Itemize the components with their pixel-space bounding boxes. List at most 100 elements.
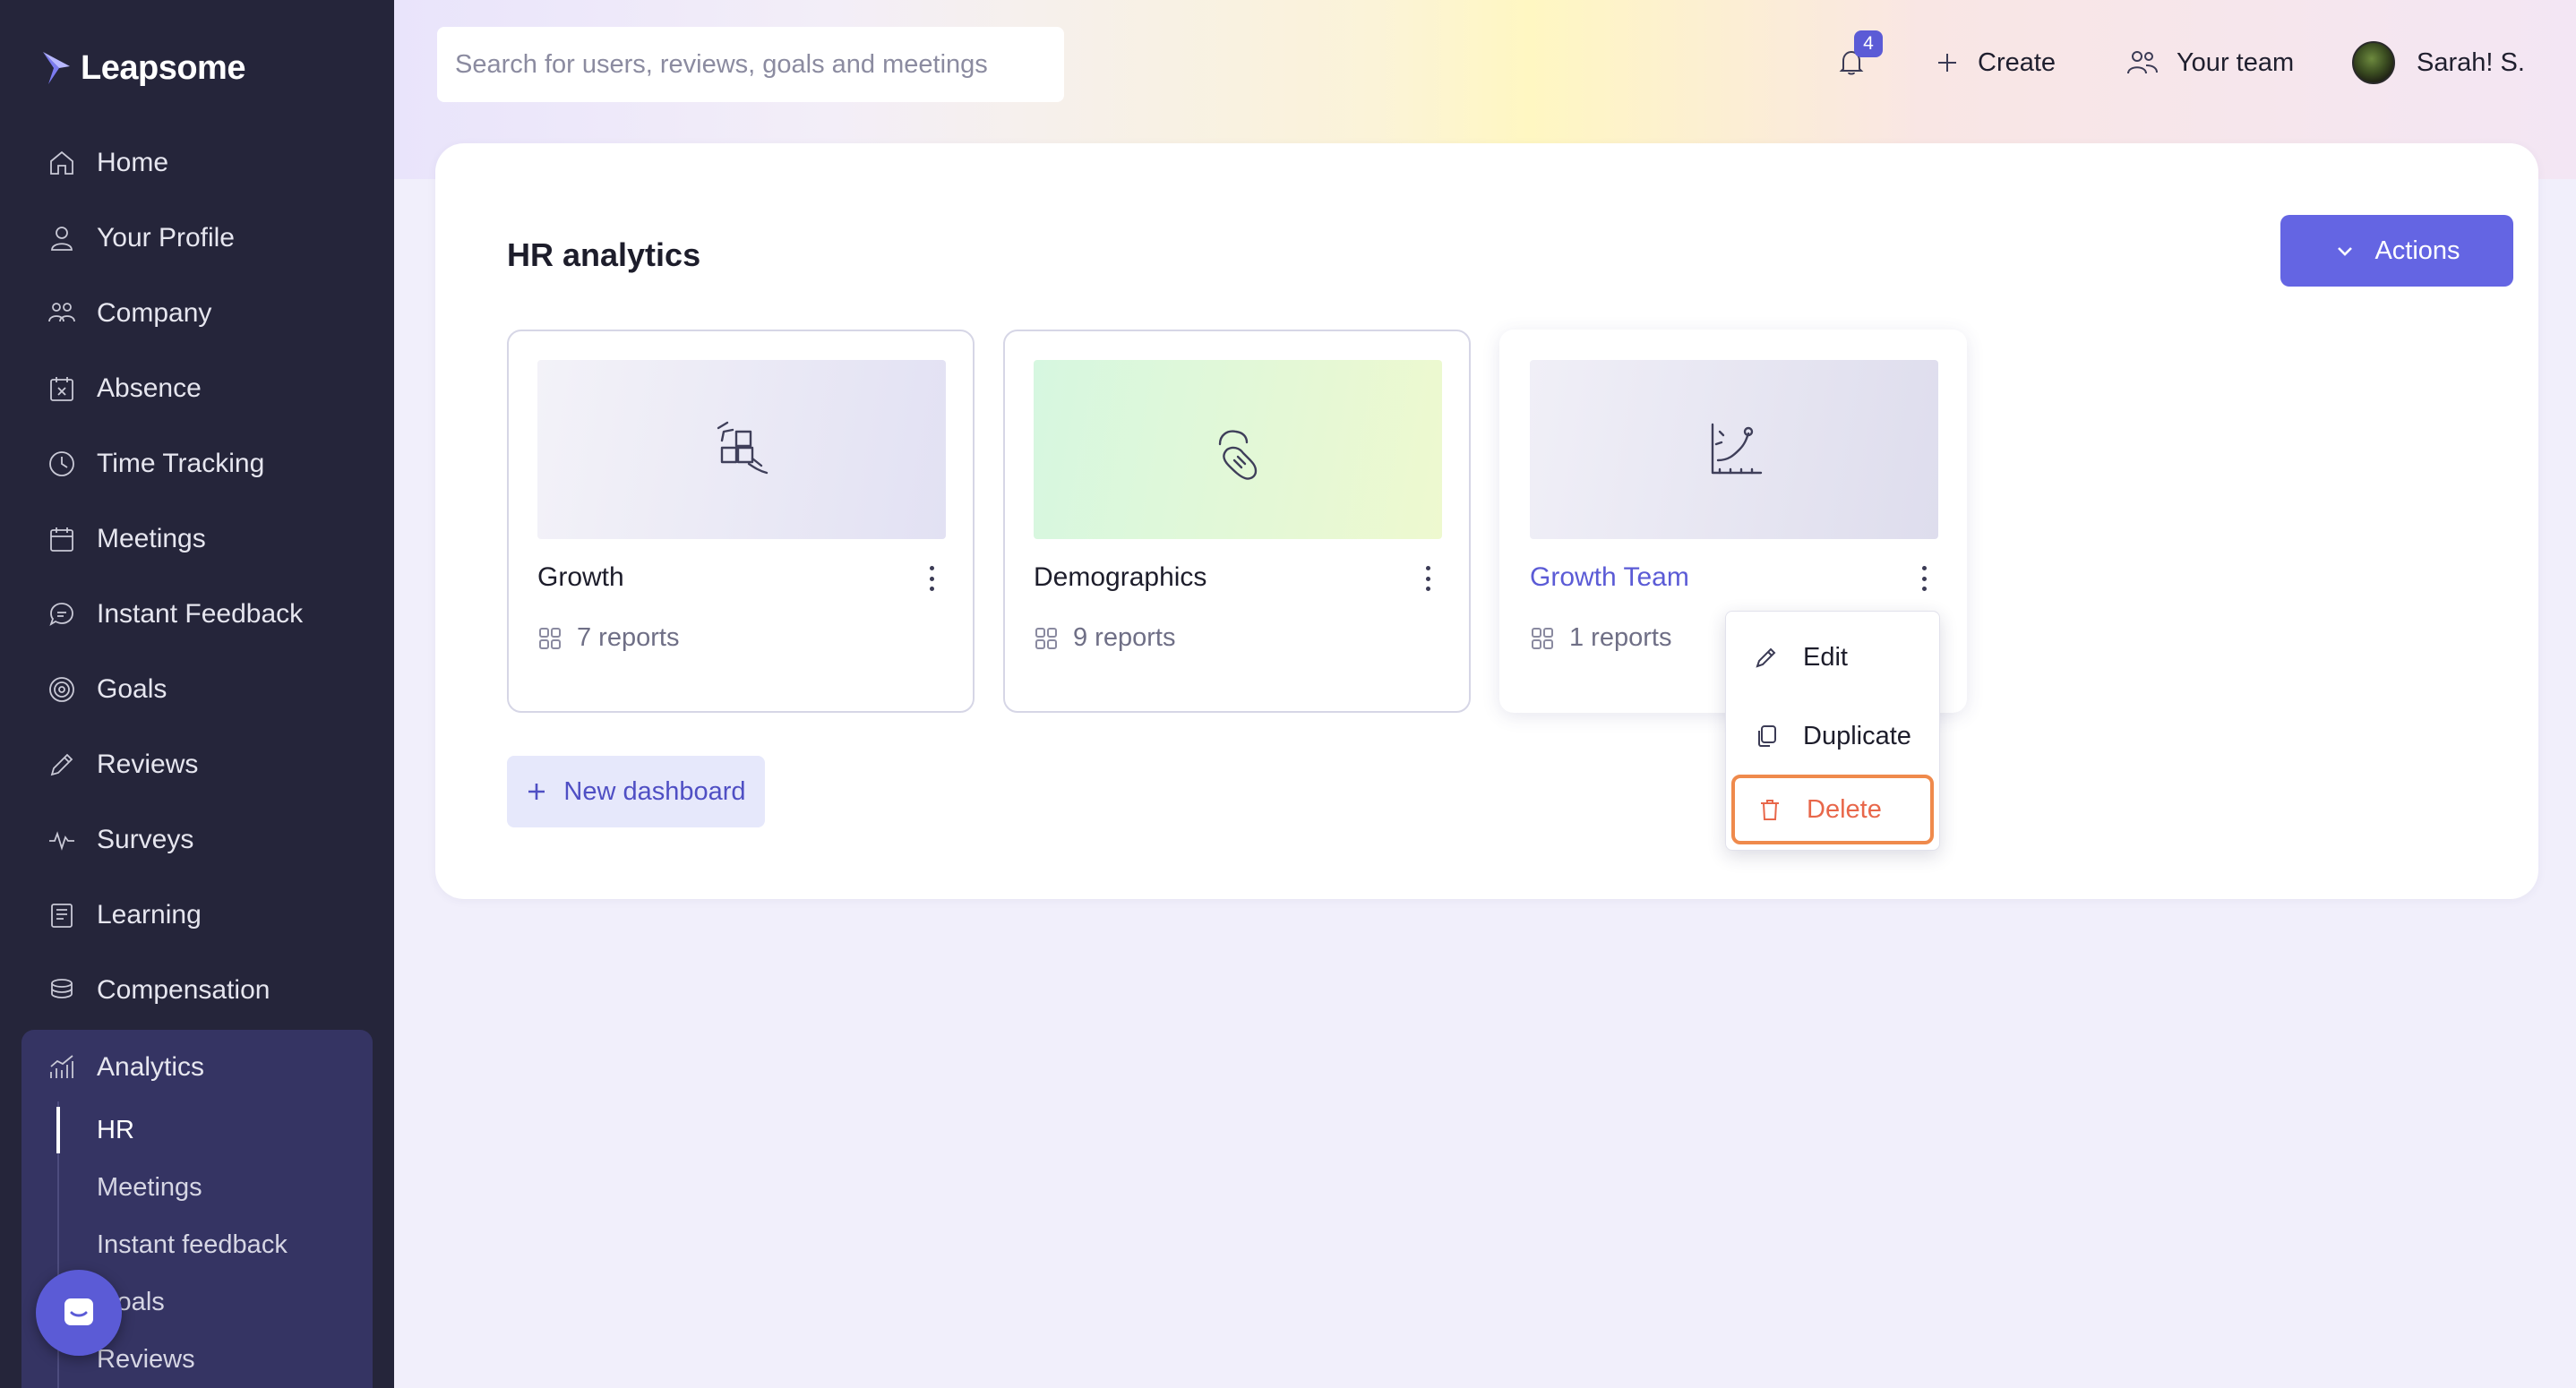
sidebar-item-company[interactable]: Company [0, 276, 394, 351]
pencil-icon [1756, 647, 1776, 668]
brand-name: Leapsome [81, 48, 245, 87]
copy-icon [1758, 725, 1776, 747]
create-button[interactable]: Create [1935, 43, 2056, 82]
menu-item-edit[interactable]: Edit [1731, 622, 1934, 692]
sidebar-item-compensation[interactable]: Compensation [0, 953, 394, 1028]
user-name: Sarah! S. [2417, 47, 2525, 77]
new-dashboard-button[interactable]: New dashboard [507, 756, 765, 827]
reports-label: 1 reports [1569, 623, 1672, 652]
menu-item-delete[interactable]: Delete [1731, 775, 1934, 844]
sidebar-item-instant-feedback[interactable]: Instant Feedback [0, 577, 394, 652]
dashboard-report-count: 1 reports [1530, 623, 1671, 653]
actions-label: Actions [2374, 236, 2460, 265]
sidebar-item-label: Home [97, 148, 169, 177]
dashboard-card-demographics[interactable]: Demographics 9 reports [1003, 330, 1471, 713]
notifications-badge: 4 [1854, 30, 1883, 57]
book-icon [47, 900, 77, 930]
sidebar-item-label: Analytics [97, 1052, 205, 1082]
clock-icon [47, 449, 77, 479]
plus-icon [528, 784, 545, 800]
user-menu[interactable]: Sarah! S. [2352, 41, 2525, 84]
more-options-button[interactable] [923, 562, 940, 595]
sidebar-item-label: Learning [97, 900, 202, 930]
chat-icon [47, 599, 77, 630]
reports-label: 7 reports [577, 623, 680, 652]
chart-growth-icon [1711, 423, 1763, 475]
sidebar-item-home[interactable]: Home [0, 125, 394, 201]
grid-icon [1532, 627, 1553, 649]
dashboard-thumbnail [1530, 360, 1938, 539]
sidebar-item-label: Meetings [97, 524, 206, 553]
chat-widget-icon [64, 1298, 93, 1325]
sidebar-item-surveys[interactable]: Surveys [0, 802, 394, 878]
sidebar-item-meetings[interactable]: Meetings [0, 501, 394, 577]
pencil-icon [47, 750, 77, 780]
dashboard-name[interactable]: Demographics [1034, 562, 1206, 593]
subnav-item-meetings[interactable]: Meetings [59, 1159, 362, 1216]
dashboard-thumbnail [537, 360, 946, 539]
dashboard-name[interactable]: Growth [537, 562, 624, 593]
calendar-x-icon [47, 373, 77, 404]
menu-item-duplicate[interactable]: Duplicate [1731, 701, 1934, 771]
coins-icon [47, 975, 77, 1006]
sidebar-item-goals[interactable]: Goals [0, 652, 394, 727]
sidebar: Leapsome Home Your Profile Company Absen… [0, 0, 394, 1388]
sidebar-item-label: Goals [97, 674, 167, 704]
sidebar-item-learning[interactable]: Learning [0, 878, 394, 953]
sidebar-item-analytics[interactable]: Analytics [21, 1030, 373, 1105]
actions-button[interactable]: Actions [2280, 215, 2513, 287]
grid-icon [539, 627, 561, 649]
sidebar-item-label: Time Tracking [97, 449, 265, 478]
global-search[interactable] [437, 27, 1064, 102]
sidebar-item-absence[interactable]: Absence [0, 351, 394, 426]
support-chat-button[interactable] [36, 1270, 122, 1356]
avatar [2352, 41, 2395, 84]
your-team-label: Your team [2177, 47, 2295, 77]
dashboard-card-growth[interactable]: Growth 7 reports [507, 330, 975, 713]
pulse-icon [47, 825, 77, 855]
sidebar-item-time-tracking[interactable]: Time Tracking [0, 426, 394, 501]
trash-icon [1761, 800, 1779, 820]
sidebar-item-label: Compensation [97, 975, 270, 1005]
reports-label: 9 reports [1073, 623, 1176, 652]
grid-icon [1035, 627, 1057, 649]
search-input[interactable] [455, 49, 1064, 80]
dashboard-context-menu: Edit Duplicate Delete [1725, 611, 1940, 851]
new-dashboard-label: New dashboard [563, 776, 746, 806]
leapsome-logo-icon [43, 52, 70, 84]
sidebar-item-label: Company [97, 298, 212, 328]
sidebar-item-reviews[interactable]: Reviews [0, 727, 394, 802]
subnav-item-hr[interactable]: HR [56, 1101, 362, 1159]
subnav-item-instant-feedback[interactable]: Instant feedback [59, 1216, 362, 1273]
your-team-button[interactable]: Your team [2126, 43, 2294, 82]
plus-icon [1938, 54, 1956, 72]
puzzle-hand-icon [717, 421, 769, 475]
dashboard-report-count: 7 reports [537, 623, 679, 653]
home-icon [47, 148, 77, 178]
sidebar-item-label: Instant Feedback [97, 599, 304, 629]
leapsome-logo[interactable]: Leapsome [39, 45, 245, 91]
sidebar-nav: Home Your Profile Company Absence Time T… [0, 125, 394, 1028]
user-icon [47, 223, 77, 253]
hand-gesture-icon [1218, 430, 1258, 480]
analytics-icon [47, 1052, 77, 1083]
hr-analytics-card: HR analytics Actions Growth 7 reports De… [435, 143, 2538, 899]
create-label: Create [1978, 47, 2057, 77]
chevron-down-icon [2338, 247, 2353, 256]
sidebar-item-label: Reviews [97, 750, 199, 779]
calendar-icon [47, 524, 77, 554]
more-options-button[interactable] [1419, 562, 1437, 595]
dashboard-name[interactable]: Growth Team [1530, 562, 1689, 593]
users-icon [47, 298, 77, 329]
more-options-button[interactable] [1915, 562, 1933, 595]
menu-item-label: Delete [1807, 794, 1882, 824]
target-icon [47, 674, 77, 705]
menu-item-label: Duplicate [1803, 721, 1911, 750]
dashboard-thumbnail [1034, 360, 1442, 539]
sidebar-item-label: Your Profile [97, 223, 235, 253]
sidebar-item-your-profile[interactable]: Your Profile [0, 201, 394, 276]
team-icon [2127, 51, 2158, 74]
menu-item-label: Edit [1803, 642, 1848, 672]
sidebar-item-label: Absence [97, 373, 202, 403]
dashboard-report-count: 9 reports [1034, 623, 1175, 653]
